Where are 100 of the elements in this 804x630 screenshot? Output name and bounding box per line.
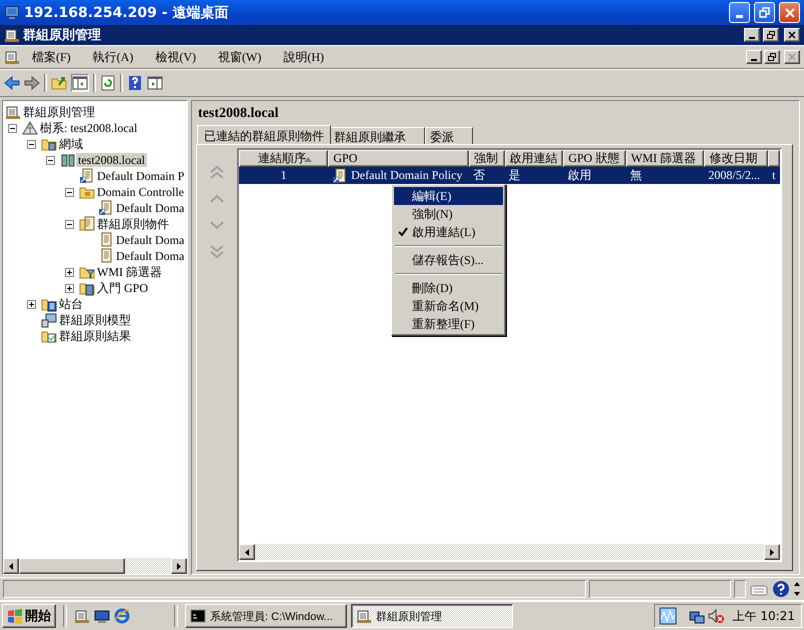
menu-item[interactable]: 執行(A)	[82, 48, 144, 66]
menu-item[interactable]: 重新整理(F)	[394, 315, 503, 333]
minimize-button[interactable]	[744, 28, 760, 42]
double-down-arrow-icon	[209, 243, 225, 259]
collapse-toggle[interactable]	[27, 140, 36, 148]
menu-item[interactable]: 檔案(F)	[22, 48, 81, 66]
column-header[interactable]: 修改日期	[704, 150, 768, 167]
menu-item[interactable]: 啟用連結(L)	[394, 223, 503, 241]
table-cell: 無	[630, 167, 642, 184]
tab[interactable]: 委派	[425, 127, 473, 144]
start-button[interactable]: 開始	[2, 604, 56, 628]
minimize-icon	[736, 15, 743, 18]
restore-icon	[759, 7, 770, 18]
menu-item[interactable]: 刪除(D)	[394, 279, 503, 297]
server-manager-icon	[74, 608, 90, 624]
left-arrow-icon	[244, 548, 250, 556]
column-header[interactable]: 連結順序	[239, 150, 328, 167]
expand-toggle[interactable]	[65, 284, 74, 292]
column-header[interactable]: 強制	[469, 150, 505, 167]
collapse-toggle[interactable]	[46, 156, 55, 164]
tab[interactable]: 已連結的群組原則物件	[197, 125, 331, 144]
restore-icon	[768, 53, 776, 61]
taskbar-button[interactable]: 群組原則管理	[351, 604, 513, 628]
gpo-link-icon	[98, 200, 114, 216]
scrollbar-thumb[interactable]	[19, 558, 126, 574]
tree-item[interactable]: 群組原則物件	[95, 217, 171, 231]
minimize-button[interactable]	[746, 50, 762, 64]
menu-item[interactable]: 說明(H)	[273, 48, 334, 66]
performance-chart-icon	[658, 607, 677, 625]
clock: 上午 10:21	[732, 608, 795, 624]
close-icon	[788, 53, 796, 61]
column-header[interactable]: WMI 篩選器	[626, 150, 704, 167]
tree-item[interactable]: 網域	[57, 137, 85, 151]
scroll-arrows-icon	[793, 581, 801, 597]
status-pane	[734, 580, 746, 598]
restore-button[interactable]	[763, 28, 779, 42]
console-icon	[356, 608, 372, 624]
tree-item[interactable]: WMI 篩選器	[95, 265, 164, 279]
console-icon	[4, 27, 20, 43]
close-icon	[788, 31, 796, 39]
triangle-icon	[22, 120, 38, 136]
computer-icon	[4, 4, 20, 20]
console-icon	[5, 104, 21, 120]
menu-item[interactable]: 編輯(E)	[394, 187, 503, 205]
tree-item[interactable]: test2008.local	[76, 153, 147, 167]
column-header[interactable]: 啟用連結	[504, 150, 564, 167]
tree-item[interactable]: 樹系: test2008.local	[38, 121, 140, 135]
tree-item[interactable]: Default Doma	[114, 201, 186, 215]
table-cell: 否	[473, 167, 486, 184]
table-cell: Default Domain Policy	[351, 168, 462, 183]
scroll-right-button[interactable]	[764, 544, 780, 560]
back-icon	[4, 75, 20, 91]
check-icon	[398, 227, 408, 237]
column-header[interactable]: GPO	[328, 150, 470, 167]
pane-heading: test2008.local	[198, 106, 280, 122]
collapse-toggle[interactable]	[65, 220, 74, 228]
tree-item[interactable]: 群組原則模型	[57, 313, 133, 327]
restore-button[interactable]	[764, 50, 780, 64]
folder-up-icon	[51, 75, 67, 91]
taskbar-button[interactable]: 系統管理員: C:\Window...	[185, 604, 347, 628]
tree-item[interactable]: Default Domain P	[95, 169, 186, 183]
column-header[interactable]: GPO 狀態	[563, 150, 626, 167]
tab[interactable]: 群組原則繼承	[329, 127, 425, 144]
menu-item[interactable]: 儲存報告(S)...	[394, 251, 503, 269]
menu-item[interactable]: 視窗(W)	[208, 48, 272, 66]
gpo-link-icon	[332, 168, 348, 184]
tree-item[interactable]: 群組原則結果	[57, 329, 133, 343]
collapse-toggle[interactable]	[8, 124, 17, 132]
help-icon	[772, 580, 790, 598]
tree-item[interactable]: Default Doma	[114, 233, 186, 247]
tree-item[interactable]: 站台	[57, 297, 85, 311]
menu-item[interactable]: 重新命名(M)	[394, 297, 503, 315]
help-icon	[127, 75, 143, 91]
scroll-left-button[interactable]	[239, 544, 255, 560]
expand-toggle[interactable]	[27, 300, 36, 308]
tree-item[interactable]: 群組原則管理	[21, 105, 97, 119]
scroll-left-button[interactable]	[3, 558, 19, 574]
collapse-toggle[interactable]	[65, 188, 74, 196]
close-button[interactable]	[784, 28, 800, 42]
table-cell: 啟用	[567, 167, 592, 184]
right-arrow-icon	[176, 562, 182, 570]
tree-item[interactable]: Domain Controlle	[95, 185, 186, 199]
menu-item[interactable]: 檢視(V)	[145, 48, 206, 66]
left-arrow-icon	[8, 562, 14, 570]
gpo-link-icon	[79, 168, 95, 184]
folder-icon	[79, 216, 95, 232]
right-arrow-icon	[769, 548, 775, 556]
menu-item[interactable]: 強制(N)	[394, 205, 503, 223]
console-icon	[4, 49, 20, 65]
close-button[interactable]	[784, 50, 800, 64]
forward-icon	[24, 75, 40, 91]
windows-flag-icon	[7, 608, 23, 624]
column-header[interactable]	[768, 150, 780, 167]
action-pane-icon	[147, 75, 163, 91]
tree-item[interactable]: Default Doma	[114, 249, 186, 263]
tree-item[interactable]: 入門 GPO	[95, 281, 150, 295]
double-up-arrow-icon	[209, 165, 225, 181]
table-cell: 2008/5/2...	[708, 168, 760, 183]
expand-toggle[interactable]	[65, 268, 74, 276]
scroll-right-button[interactable]	[171, 558, 187, 574]
